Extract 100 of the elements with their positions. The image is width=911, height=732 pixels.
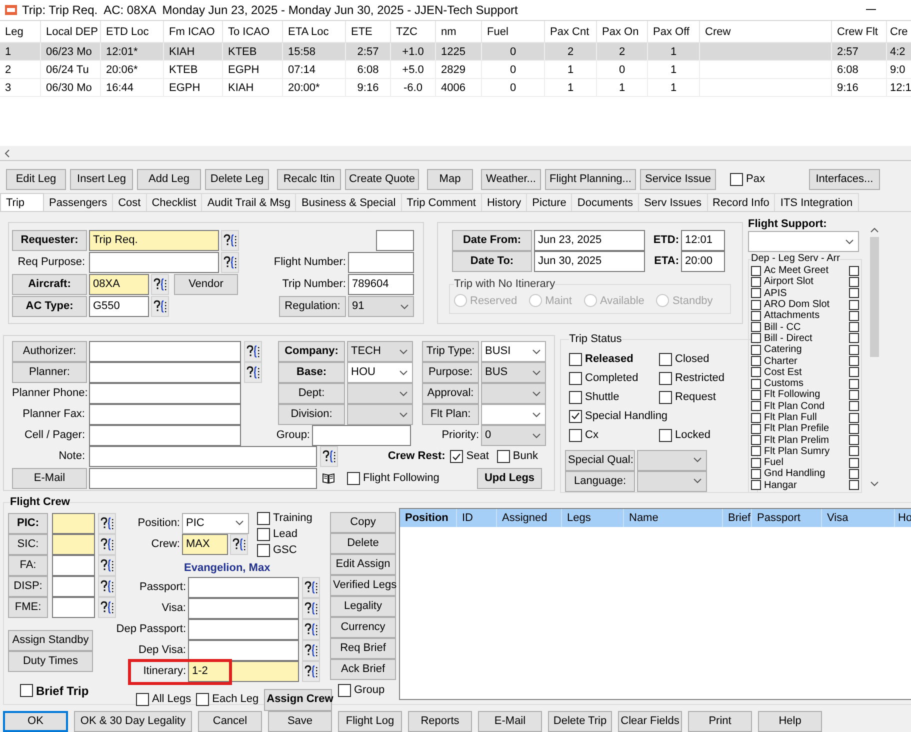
button[interactable]: Regulation: xyxy=(279,296,346,317)
button[interactable]: Language: xyxy=(565,470,635,492)
button[interactable]: Date From: xyxy=(452,230,532,251)
book-icon[interactable] xyxy=(322,473,335,484)
tab[interactable]: Passengers xyxy=(44,193,114,211)
button[interactable]: Delete Leg xyxy=(205,168,269,190)
lookup-button[interactable] xyxy=(98,534,116,554)
checkbox-label[interactable]: Bunk xyxy=(512,448,538,465)
button[interactable]: Legality xyxy=(330,596,396,616)
button[interactable]: Edit Leg xyxy=(6,168,66,190)
checkbox-label[interactable]: Lead xyxy=(273,526,298,543)
checkbox-label[interactable]: GSC xyxy=(273,542,297,559)
checkbox-label[interactable]: Brief Trip xyxy=(36,682,89,700)
text-field[interactable]: 789604 xyxy=(348,274,414,295)
button[interactable]: Base: xyxy=(278,362,345,383)
checkbox-label[interactable]: Flt Plan Sumry xyxy=(764,446,830,457)
text-field[interactable]: 12:01 xyxy=(681,230,725,251)
checkbox[interactable] xyxy=(730,172,743,186)
checkbox-label[interactable]: APIS xyxy=(764,288,787,299)
dialog-button[interactable]: Flight Log xyxy=(338,711,402,732)
checkbox-label[interactable]: Attachments xyxy=(764,310,820,322)
lookup-button[interactable] xyxy=(302,660,320,682)
checkbox[interactable] xyxy=(751,300,761,310)
text-field[interactable]: Trip Req. xyxy=(89,230,219,251)
checkbox-label[interactable]: Flight Following xyxy=(363,470,440,487)
checkbox[interactable] xyxy=(751,356,761,366)
tab[interactable]: Picture xyxy=(527,193,572,211)
button[interactable]: Copy xyxy=(330,512,396,532)
text-field[interactable] xyxy=(89,446,317,467)
checkbox[interactable] xyxy=(751,333,761,344)
checkbox[interactable] xyxy=(849,367,859,378)
checkbox[interactable] xyxy=(338,684,351,697)
checkbox[interactable] xyxy=(849,480,859,490)
column-header[interactable]: ETA Loc xyxy=(283,21,346,42)
dialog-button[interactable]: OK & 30 Day Legality xyxy=(74,711,192,732)
checkbox-label[interactable]: Gnd Handling xyxy=(764,468,826,480)
checkbox[interactable] xyxy=(849,424,859,434)
tab[interactable]: ITS Integration xyxy=(775,193,859,211)
checkbox[interactable] xyxy=(659,390,672,404)
checkbox[interactable] xyxy=(849,344,859,355)
checkbox[interactable] xyxy=(751,401,761,412)
button[interactable]: Requester: xyxy=(12,230,87,251)
dropdown[interactable]: TECH xyxy=(347,341,413,362)
button[interactable]: SIC: xyxy=(8,534,48,554)
button[interactable]: Weather... xyxy=(481,168,541,190)
button[interactable]: Verified Legs xyxy=(330,574,396,596)
checkbox[interactable] xyxy=(751,458,761,468)
tab[interactable]: Record Info xyxy=(708,193,776,211)
text-field[interactable] xyxy=(348,252,414,273)
button[interactable]: Create Quote xyxy=(345,168,419,190)
checkbox-label[interactable]: Flt Plan Full xyxy=(764,412,817,423)
checkbox[interactable] xyxy=(849,266,859,276)
checkbox[interactable] xyxy=(751,378,761,389)
column-header[interactable]: Brief xyxy=(723,508,752,526)
checkbox-label[interactable]: Flt Plan Prefile xyxy=(764,423,830,434)
checkbox[interactable] xyxy=(751,276,761,287)
text-field[interactable]: 1-2 xyxy=(188,660,299,682)
lookup-button[interactable] xyxy=(244,362,262,383)
dialog-button[interactable]: Print xyxy=(688,711,752,732)
column-header[interactable]: Fm ICAO xyxy=(164,21,223,42)
button[interactable]: Assign Standby xyxy=(8,630,93,650)
column-header[interactable]: Fuel xyxy=(482,21,545,42)
checkbox[interactable] xyxy=(450,450,464,463)
text-field[interactable] xyxy=(52,512,95,534)
checkbox-label[interactable]: Seat xyxy=(466,448,489,465)
chevron-down-icon[interactable] xyxy=(870,481,879,487)
tab[interactable]: Trip Comment xyxy=(402,193,482,211)
checkbox[interactable] xyxy=(659,428,672,442)
lookup-button[interactable] xyxy=(98,596,116,618)
button[interactable]: FME: xyxy=(8,596,48,618)
checkbox[interactable] xyxy=(496,450,510,463)
lookup-button[interactable] xyxy=(98,512,116,534)
checkbox-label[interactable]: Airport Slot xyxy=(764,276,814,288)
button[interactable]: Interfaces... xyxy=(808,168,880,190)
dialog-button[interactable]: E-Mail xyxy=(478,711,542,732)
checkbox-label[interactable]: Flt Following xyxy=(764,389,820,400)
text-field[interactable] xyxy=(188,640,299,660)
column-header[interactable]: Local DEP xyxy=(41,21,101,42)
text-field[interactable] xyxy=(52,596,95,618)
checkbox-label[interactable]: Cx xyxy=(585,426,598,444)
checkbox[interactable] xyxy=(659,372,672,384)
text-field[interactable] xyxy=(89,404,241,425)
checkbox[interactable] xyxy=(751,446,761,456)
lookup-button[interactable] xyxy=(320,446,338,467)
text-field[interactable]: MAX xyxy=(182,534,228,554)
checkbox[interactable] xyxy=(751,344,761,355)
chevron-up-icon[interactable] xyxy=(870,227,879,233)
checkbox[interactable] xyxy=(849,288,859,298)
column-header[interactable]: ETD Loc xyxy=(101,21,164,42)
checkbox[interactable] xyxy=(659,352,672,366)
checkbox[interactable] xyxy=(849,435,859,446)
checkbox[interactable] xyxy=(751,266,761,276)
checkbox[interactable] xyxy=(136,693,149,706)
lookup-button[interactable] xyxy=(302,640,320,660)
column-header[interactable]: Pax Off xyxy=(648,21,700,42)
checkbox[interactable] xyxy=(849,378,859,389)
tab[interactable]: Business & Special xyxy=(296,193,402,211)
checkbox[interactable] xyxy=(849,276,859,287)
button[interactable]: Currency xyxy=(330,616,396,638)
checkbox-label[interactable]: Closed xyxy=(675,350,710,368)
